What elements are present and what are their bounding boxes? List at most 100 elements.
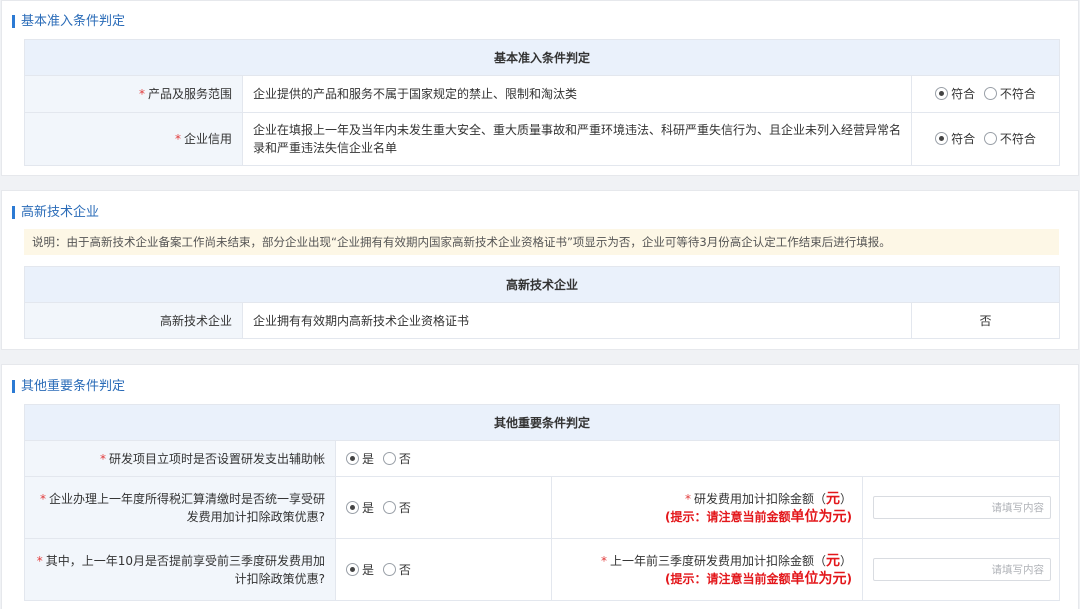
row-label: 高新技术企业: [24, 302, 243, 339]
row-label: * 其中，上一年10月是否提前享受前三季度研发费用加 计扣除政策优惠?: [24, 538, 336, 601]
other-conditions-card: 其他重要条件判定 其他重要条件判定 * 研发项目立项时是否设置研发支出辅助帐 是 …: [1, 364, 1079, 609]
row-label: * 企业信用: [24, 112, 243, 166]
unit-bracket: （: [813, 491, 826, 506]
row-label: * 研发项目立项时是否设置研发支出辅助帐: [24, 440, 336, 477]
row-label-text: 企业办理上一年度所得税汇算清缴时是否统一享受研: [48, 491, 325, 506]
row-label-text: 研发项目立项时是否设置研发支出辅助帐: [108, 451, 325, 466]
unit-bracket: ）: [839, 553, 852, 568]
row-label-text: 计扣除政策优惠?: [234, 571, 325, 586]
unit-bracket: ）: [839, 491, 852, 506]
row-label-text: 企业信用: [183, 132, 232, 146]
unit-label: 元: [825, 490, 840, 507]
hint-emphasis: 单位为元: [790, 570, 847, 587]
required-mark: *: [600, 553, 607, 568]
radio-unchecked-icon: [382, 451, 396, 465]
amount-input-cell: [861, 538, 1061, 601]
radio-group: 符合 不符合: [910, 112, 1061, 166]
radio-group: 是 否: [335, 476, 552, 539]
rd-deduction-amount-input[interactable]: [873, 496, 1051, 519]
radio-no[interactable]: 否: [382, 562, 411, 577]
radio-checked-icon: [935, 132, 949, 145]
row-label-text: 发费用加计扣除政策优惠?: [186, 509, 325, 524]
radio-group: 符合 不符合: [910, 75, 1061, 113]
radio-yes[interactable]: 是: [346, 562, 375, 577]
table-header: 基本准入条件判定: [23, 39, 1061, 76]
radio-group: 是 否: [335, 538, 552, 601]
radio-label: 是: [362, 451, 375, 466]
row-label-text: 产品及服务范围: [147, 87, 232, 101]
required-mark: *: [36, 553, 43, 568]
row-content: 企业在填报上一年及当年内未发生重大安全、重大质量事故和严重环境违法、科研严重失信…: [242, 112, 912, 166]
required-mark: *: [684, 491, 691, 506]
radio-not-comply[interactable]: 不符合: [983, 87, 1036, 101]
hint-text: ): [846, 509, 852, 524]
radio-label: 否: [398, 500, 411, 515]
basic-conditions-title: 基本准入条件判定: [12, 14, 125, 29]
other-conditions-table: 其他重要条件判定 * 研发项目立项时是否设置研发支出辅助帐 是 否 * 企业办理上一…: [23, 404, 1061, 601]
radio-unchecked-icon: [983, 87, 997, 100]
amount-input-cell: [861, 476, 1061, 539]
row-content: 企业提供的产品和服务不属于国家规定的禁止、限制和淘汰类: [242, 75, 912, 113]
hint-text: (提示：请注意当前金额: [665, 571, 791, 586]
prev-q3-deduction-amount-input[interactable]: [873, 558, 1051, 581]
basic-conditions-table: 基本准入条件判定 * 产品及服务范围 企业提供的产品和服务不属于国家规定的禁止、限…: [23, 39, 1061, 166]
radio-label: 不符合: [999, 132, 1036, 146]
radio-yes[interactable]: 是: [346, 451, 375, 466]
radio-label: 符合: [951, 87, 976, 101]
radio-label: 是: [362, 500, 375, 515]
table-row: 高新技术企业 企业拥有有效期内高新技术企业资格证书 否: [24, 302, 1061, 339]
notice-banner: 说明：由于高新技术企业备案工作尚未结束，部分企业出现“企业拥有有效期内国家高新技…: [24, 229, 1059, 255]
radio-checked-icon: [346, 451, 359, 465]
radio-checked-icon: [935, 87, 949, 100]
radio-label: 否: [398, 451, 411, 466]
hint-emphasis: 单位为元: [790, 508, 847, 525]
radio-yes[interactable]: 是: [346, 500, 375, 515]
other-conditions-title: 其他重要条件判定: [12, 379, 125, 394]
row-label: * 产品及服务范围: [24, 75, 243, 113]
amount-label-cell: * 研发费用加计扣除金额（元） (提示：请注意当前金额单位为元): [551, 476, 863, 539]
radio-comply[interactable]: 符合: [935, 87, 975, 101]
required-mark: *: [39, 491, 46, 506]
radio-label: 不符合: [999, 87, 1036, 101]
radio-no[interactable]: 否: [382, 500, 411, 515]
radio-label: 是: [362, 562, 375, 577]
table-row: * 产品及服务范围 企业提供的产品和服务不属于国家规定的禁止、限制和淘汰类 符合 …: [24, 75, 1061, 113]
amount-label: 研发费用加计扣除金额: [693, 491, 814, 506]
radio-checked-icon: [346, 562, 359, 576]
table-row: * 企业办理上一年度所得税汇算清缴时是否统一享受研 发费用加计扣除政策优惠? 是 …: [24, 476, 1061, 539]
amount-label: 上一年前三季度研发费用加计扣除金额: [609, 553, 814, 568]
table-row: * 研发项目立项时是否设置研发支出辅助帐 是 否: [24, 440, 1061, 477]
radio-label: 否: [398, 562, 411, 577]
unit-bracket: （: [813, 553, 826, 568]
radio-label: 符合: [951, 132, 976, 146]
row-value: 否: [910, 302, 1061, 339]
row-label-text: 其中，上一年10月是否提前享受前三季度研发费用加: [45, 553, 325, 568]
unit-hint: (提示：请注意当前金额单位为元): [562, 508, 852, 526]
high-tech-table: 高新技术企业 高新技术企业 企业拥有有效期内高新技术企业资格证书 否: [23, 266, 1061, 339]
unit-hint: (提示：请注意当前金额单位为元): [562, 570, 852, 588]
row-content: 企业拥有有效期内高新技术企业资格证书: [242, 302, 912, 339]
required-mark: *: [99, 451, 106, 466]
radio-group: 是 否: [334, 440, 1061, 477]
radio-checked-icon: [346, 500, 359, 514]
radio-unchecked-icon: [382, 562, 396, 576]
unit-label: 元: [825, 552, 840, 569]
required-mark: *: [174, 132, 181, 146]
hint-text: ): [846, 571, 852, 586]
basic-conditions-card: 基本准入条件判定 基本准入条件判定 * 产品及服务范围 企业提供的产品和服务不属于…: [1, 0, 1079, 176]
table-row: * 企业信用 企业在填报上一年及当年内未发生重大安全、重大质量事故和严重环境违法、…: [24, 112, 1061, 166]
high-tech-card: 高新技术企业 说明：由于高新技术企业备案工作尚未结束，部分企业出现“企业拥有有效…: [1, 190, 1079, 350]
radio-no[interactable]: 否: [382, 451, 411, 466]
radio-not-comply[interactable]: 不符合: [983, 132, 1036, 146]
radio-comply[interactable]: 符合: [935, 132, 975, 146]
table-header: 其他重要条件判定: [23, 404, 1061, 441]
radio-unchecked-icon: [983, 132, 997, 145]
required-mark: *: [138, 87, 145, 101]
high-tech-title: 高新技术企业: [12, 205, 99, 220]
table-header: 高新技术企业: [23, 266, 1061, 303]
radio-unchecked-icon: [382, 500, 396, 514]
row-label: * 企业办理上一年度所得税汇算清缴时是否统一享受研 发费用加计扣除政策优惠?: [24, 476, 336, 539]
table-row: * 其中，上一年10月是否提前享受前三季度研发费用加 计扣除政策优惠? 是 否 *…: [24, 538, 1061, 601]
hint-text: (提示：请注意当前金额: [665, 509, 791, 524]
amount-label-cell: * 上一年前三季度研发费用加计扣除金额（元） (提示：请注意当前金额单位为元): [551, 538, 863, 601]
